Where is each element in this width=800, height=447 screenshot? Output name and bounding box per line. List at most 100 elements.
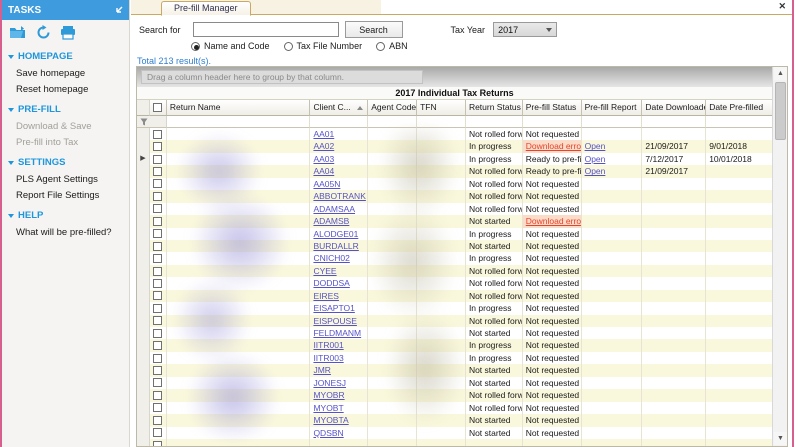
column-header-client-code[interactable]: Client C...	[310, 100, 368, 116]
table-row[interactable]: MYOBTANot startedNot requested	[137, 414, 772, 426]
column-header-return-status[interactable]: Return Status	[466, 100, 523, 116]
download-error-link[interactable]: Download error	[526, 141, 582, 151]
client-code-link[interactable]: DODDSA	[313, 278, 349, 288]
client-code-link[interactable]: IITR003	[313, 353, 343, 363]
filter-cell[interactable]	[310, 116, 368, 128]
row-checkbox[interactable]	[153, 304, 162, 313]
table-row[interactable]: AA01Not rolled forw...Not requested	[137, 128, 772, 140]
row-checkbox[interactable]	[153, 204, 162, 213]
filter-cell[interactable]	[417, 116, 466, 128]
row-checkbox[interactable]	[153, 329, 162, 338]
open-folder-icon[interactable]	[9, 25, 27, 40]
row-checkbox[interactable]	[153, 217, 162, 226]
refresh-icon[interactable]	[36, 25, 51, 40]
tab-prefill-manager[interactable]: Pre-fill Manager	[161, 1, 251, 16]
table-row[interactable]: JONESJNot startedNot requested	[137, 377, 772, 389]
sidebar-item-reset-homepage[interactable]: Reset homepage	[2, 81, 129, 97]
table-row[interactable]: JMRNot startedNot requested	[137, 364, 772, 376]
row-checkbox[interactable]	[153, 403, 162, 412]
row-checkbox[interactable]	[153, 291, 162, 300]
filter-cell[interactable]	[582, 116, 643, 128]
scrollbar-thumb[interactable]	[775, 82, 786, 140]
filter-icon-cell[interactable]	[137, 116, 167, 128]
column-header-prefill-status[interactable]: Pre-fill Status	[523, 100, 582, 116]
client-code-link[interactable]: AA05N	[313, 179, 340, 189]
row-checkbox[interactable]	[153, 316, 162, 325]
section-header-prefill[interactable]: PRE-FILL	[2, 101, 129, 118]
client-code-link[interactable]: FELDMANM	[313, 328, 361, 338]
client-code-link[interactable]: AA03	[313, 154, 334, 164]
table-row[interactable]: EISPOUSENot rolled forw...Not requested	[137, 315, 772, 327]
row-checkbox[interactable]	[153, 279, 162, 288]
table-row[interactable]: CNICH02In progressNot requested	[137, 252, 772, 264]
table-row[interactable]: AA04Not rolled forw...Ready to pre-fillO…	[137, 165, 772, 177]
table-row[interactable]: ALODGE01In progressNot requested	[137, 228, 772, 240]
radio-tax-file-number[interactable]: Tax File Number	[284, 41, 363, 51]
table-row[interactable]: CYEENot rolled forw...Not requested	[137, 265, 772, 277]
download-error-link[interactable]: Download error	[526, 216, 582, 226]
row-checkbox[interactable]	[153, 179, 162, 188]
column-header-date-prefilled[interactable]: Date Pre-filled	[706, 100, 772, 116]
client-code-link[interactable]: CYEE	[313, 266, 336, 276]
row-checkbox[interactable]	[153, 391, 162, 400]
client-code-link[interactable]: MYOBR	[313, 390, 344, 400]
radio-abn[interactable]: ABN	[376, 41, 408, 51]
row-checkbox[interactable]	[153, 254, 162, 263]
open-report-link[interactable]: Open	[585, 141, 606, 151]
sidebar-item-save-homepage[interactable]: Save homepage	[2, 65, 129, 81]
filter-cell[interactable]	[368, 116, 417, 128]
row-checkbox[interactable]	[153, 229, 162, 238]
client-code-link[interactable]: QDSBN	[313, 428, 343, 438]
client-code-link[interactable]: EIRES	[313, 291, 339, 301]
select-all-checkbox[interactable]	[153, 103, 162, 112]
scroll-up-arrow[interactable]: ▲	[774, 67, 787, 80]
open-report-link[interactable]: Open	[585, 166, 606, 176]
row-checkbox[interactable]	[153, 416, 162, 425]
client-code-link[interactable]: BURDALLR	[313, 241, 358, 251]
panel-pin-icon[interactable]	[114, 6, 123, 15]
sidebar-item-pls-agent-settings[interactable]: PLS Agent Settings	[2, 171, 129, 187]
section-header-settings[interactable]: SETTINGS	[2, 154, 129, 171]
filter-cell[interactable]	[642, 116, 706, 128]
column-header-return-name[interactable]: Return Name	[167, 100, 311, 116]
column-header-prefill-report[interactable]: Pre-fill Report	[582, 100, 643, 116]
row-checkbox[interactable]	[153, 441, 162, 446]
client-code-link[interactable]: ADAMSAA	[313, 204, 355, 214]
table-row[interactable]: IITR001In progressNot requested	[137, 339, 772, 351]
client-code-link[interactable]: EISPOUSE	[313, 316, 356, 326]
client-code-link[interactable]: JMR	[313, 365, 330, 375]
row-checkbox[interactable]	[153, 378, 162, 387]
table-row[interactable]: BURDALLRNot startedNot requested	[137, 240, 772, 252]
row-checkbox[interactable]	[153, 155, 162, 164]
filter-cell[interactable]	[523, 116, 582, 128]
table-row[interactable]: MYOBRNot rolled forw...Not requested	[137, 389, 772, 401]
table-row[interactable]: QDSBNNot startedNot requested	[137, 427, 772, 439]
client-code-link[interactable]: IITR001	[313, 340, 343, 350]
table-row[interactable]: IITR003In progressNot requested	[137, 352, 772, 364]
row-checkbox[interactable]	[153, 192, 162, 201]
table-row[interactable]: ▶AA03In progressReady to pre-fillOpen7/1…	[137, 153, 772, 165]
close-icon[interactable]: ✕	[778, 2, 786, 11]
client-code-link[interactable]: CNICH02	[313, 253, 349, 263]
table-row[interactable]: MYOBTNot rolled forw...Not requested	[137, 402, 772, 414]
sidebar-item-what-prefilled[interactable]: What will be pre-filled?	[2, 224, 129, 240]
section-header-homepage[interactable]: HOMEPAGE	[2, 48, 129, 65]
print-icon[interactable]	[60, 25, 76, 40]
client-code-link[interactable]: EISAPTO1	[313, 303, 354, 313]
client-code-link[interactable]: AA01	[313, 129, 334, 139]
filter-cell[interactable]	[466, 116, 523, 128]
row-checkbox[interactable]	[153, 267, 162, 276]
table-row[interactable]: ABBOTRANKNot rolled forw...Not requested	[137, 190, 772, 202]
client-code-link[interactable]: ALODGE01	[313, 229, 358, 239]
table-row[interactable]: AA05NNot rolled forw...Not requested	[137, 178, 772, 190]
tax-year-select[interactable]: 2017	[493, 22, 557, 37]
table-row[interactable]: ADAMSBNot startedDownload error	[137, 215, 772, 227]
client-code-link[interactable]: ADAMSB	[313, 216, 349, 226]
open-report-link[interactable]: Open	[585, 154, 606, 164]
client-code-link[interactable]: AA02	[313, 141, 334, 151]
client-code-link[interactable]: ABBOTRANK	[313, 191, 365, 201]
row-checkbox[interactable]	[153, 130, 162, 139]
table-row[interactable]: ADAMSAANot rolled forw...Not requested	[137, 203, 772, 215]
client-code-link[interactable]: JONESJ	[313, 378, 346, 388]
table-row[interactable]: EIRESNot rolled forw...Not requested	[137, 290, 772, 302]
